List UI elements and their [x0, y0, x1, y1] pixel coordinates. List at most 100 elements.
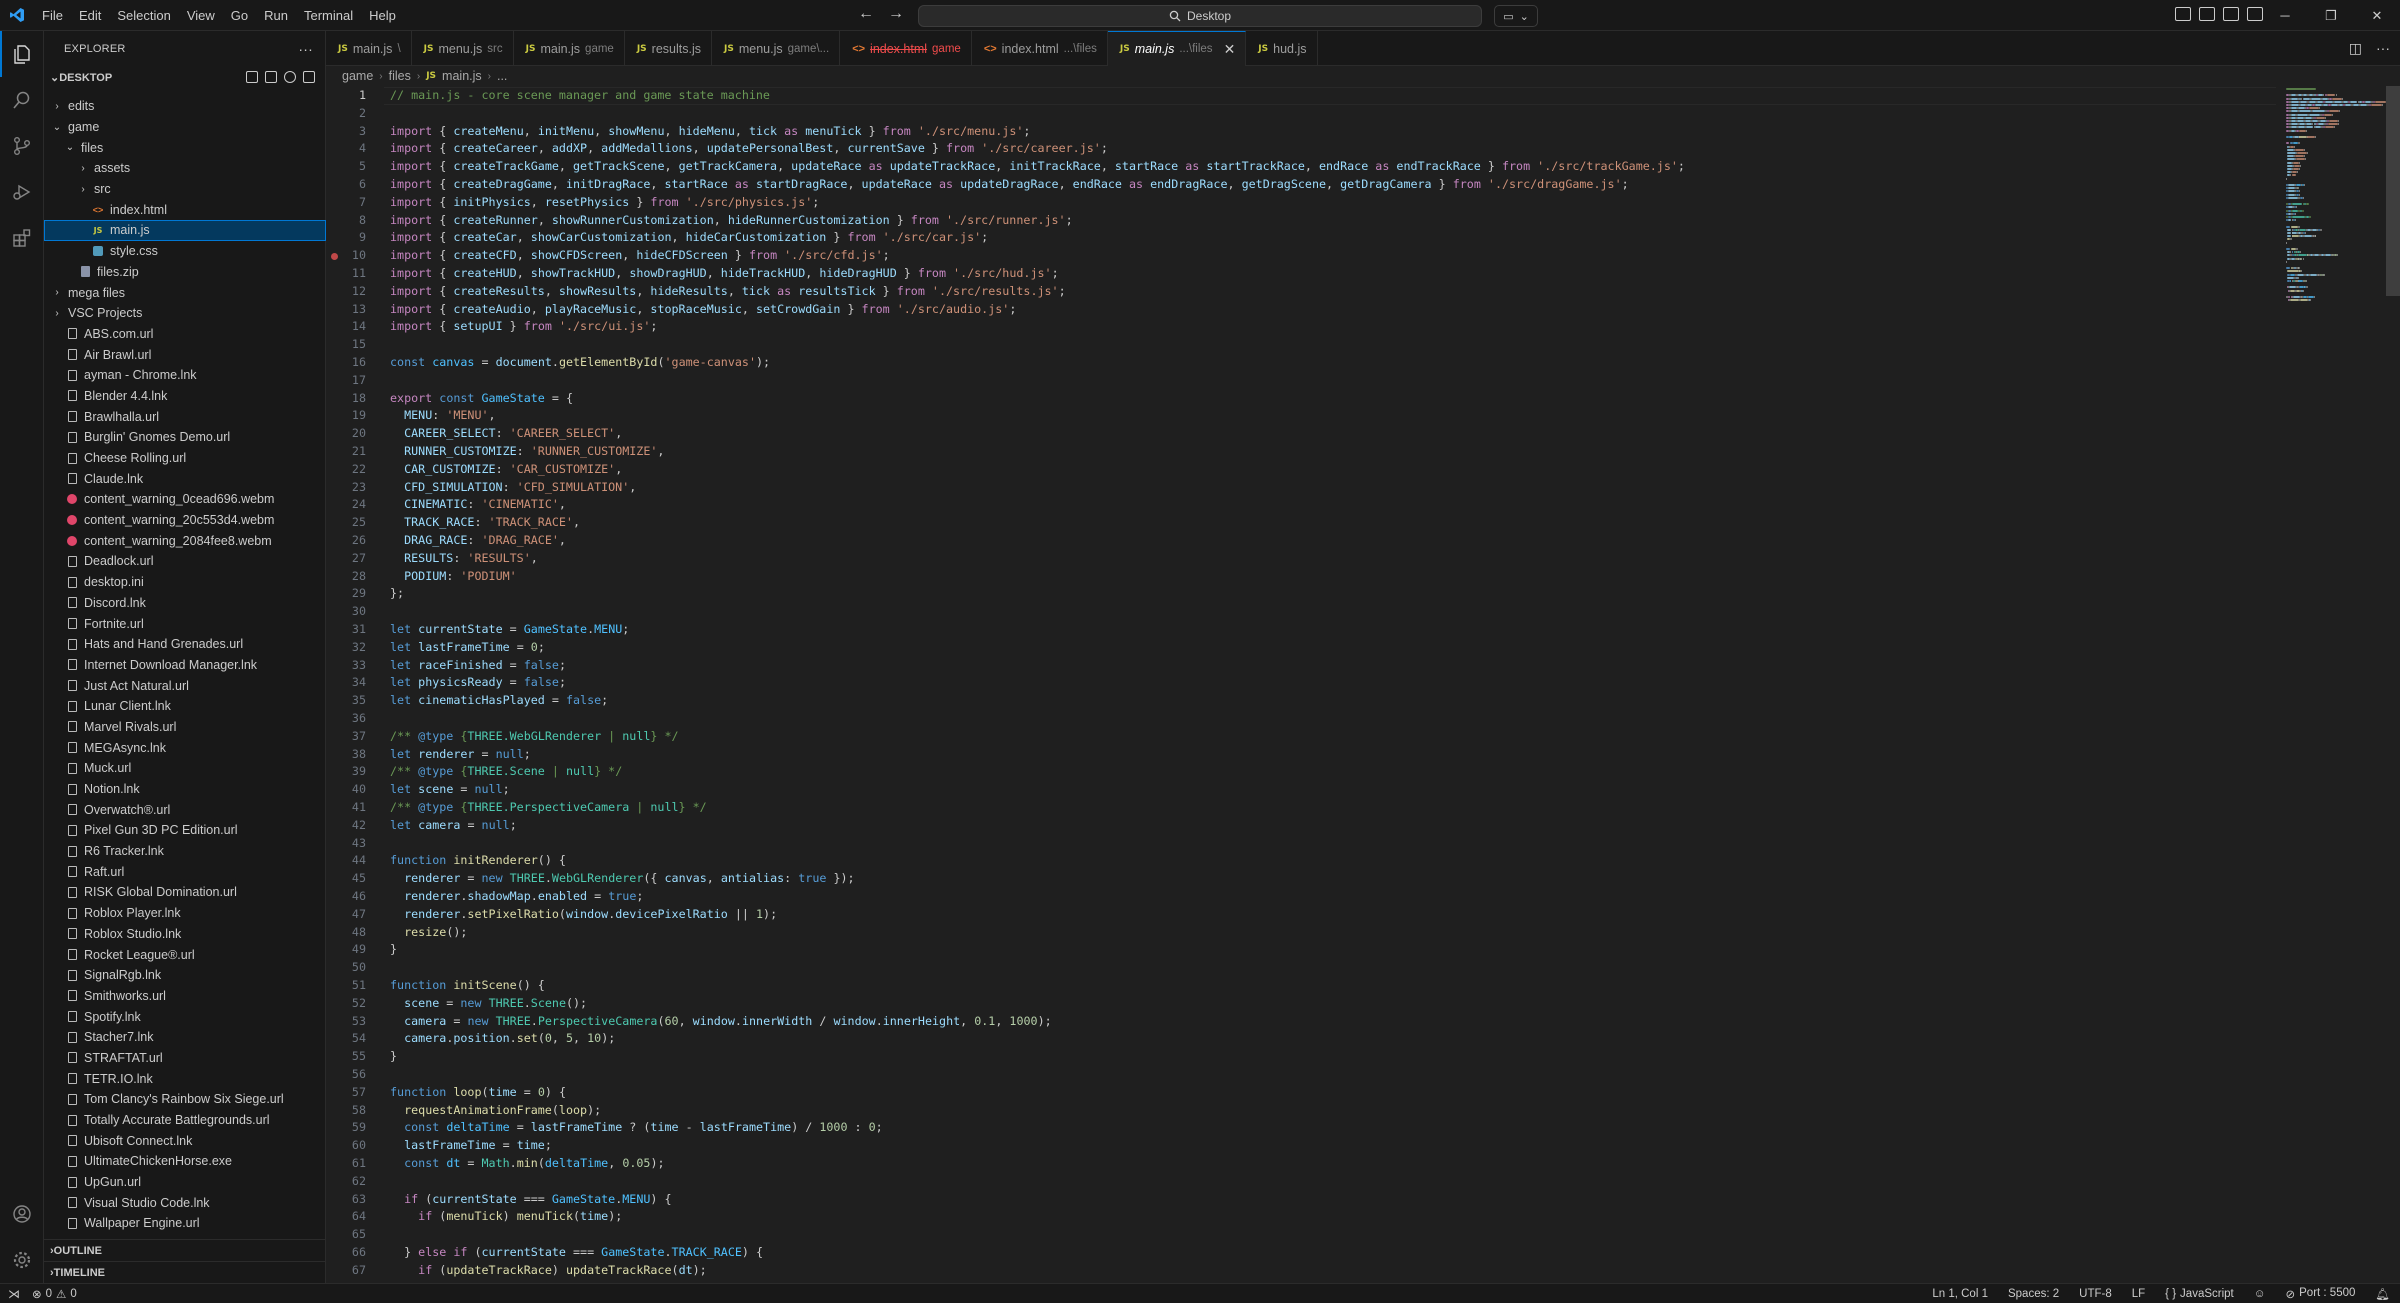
code-line[interactable]: 22 CAR_CUSTOMIZE: 'CAR_CUSTOMIZE', — [326, 461, 2276, 479]
code-line[interactable]: 35 let cinematicHasPlayed = false; — [326, 692, 2276, 710]
tree-file[interactable]: UltimateChickenHorse.exe — [44, 1151, 326, 1172]
breadcrumb-item[interactable]: game — [342, 69, 373, 83]
line-ending[interactable]: LF — [2132, 1288, 2145, 1300]
code-line[interactable]: 50 — [326, 959, 2276, 977]
tree-file[interactable]: Tom Clancy's Rainbow Six Siege.url — [44, 1089, 326, 1110]
editor-tab[interactable]: JS menu.js game\... — [712, 31, 841, 66]
tree-file[interactable]: Deadlock.url — [44, 551, 326, 572]
toggle-primary-sidebar-icon[interactable] — [2199, 7, 2215, 21]
code-editor[interactable]: 1 // main.js - core scene manager and gam… — [326, 86, 2276, 1283]
tree-file[interactable]: Discord.lnk — [44, 593, 326, 614]
tree-file[interactable]: desktop.ini — [44, 572, 326, 593]
tree-file[interactable]: Roblox Studio.lnk — [44, 924, 326, 945]
code-line[interactable]: 45 renderer = new THREE.WebGLRenderer({ … — [326, 870, 2276, 888]
code-line[interactable]: 18 export const GameState = { — [326, 390, 2276, 408]
editor-tab[interactable]: JS main.js game — [514, 31, 625, 66]
tree-file[interactable]: Air Brawl.url — [44, 344, 326, 365]
tree-file[interactable]: SignalRgb.lnk — [44, 965, 326, 986]
tree-file[interactable]: Lunar Client.lnk — [44, 696, 326, 717]
tree-file[interactable]: Spotify.lnk — [44, 1006, 326, 1027]
tree-file[interactable]: Visual Studio Code.lnk — [44, 1192, 326, 1213]
code-line[interactable]: 52 scene = new THREE.Scene(); — [326, 995, 2276, 1013]
tree-folder[interactable]: › src — [44, 179, 326, 200]
split-editor-icon[interactable]: ◫ — [2349, 40, 2362, 57]
menu-item-go[interactable]: Go — [223, 0, 256, 31]
tree-file[interactable]: Stacher7.lnk — [44, 1027, 326, 1048]
refresh-icon[interactable] — [284, 71, 296, 83]
problems-indicator[interactable]: ⊗ 0 ⚠ 0 — [32, 1287, 77, 1301]
code-line[interactable]: 26 DRAG_RACE: 'DRAG_RACE', — [326, 532, 2276, 550]
tree-file[interactable]: Roblox Player.lnk — [44, 903, 326, 924]
settings-gear-icon[interactable] — [0, 1237, 44, 1283]
code-line[interactable]: 6 import { createDragGame, initDragRace, … — [326, 176, 2276, 194]
tree-file[interactable]: Overwatch®.url — [44, 799, 326, 820]
menu-item-file[interactable]: File — [34, 0, 71, 31]
menu-item-terminal[interactable]: Terminal — [296, 0, 361, 31]
code-line[interactable]: 8 import { createRunner, showRunnerCustom… — [326, 212, 2276, 230]
command-center-search[interactable]: Desktop — [918, 5, 1482, 27]
code-line[interactable]: 57 function loop(time = 0) { — [326, 1084, 2276, 1102]
code-line[interactable]: 28 PODIUM: 'PODIUM' — [326, 568, 2276, 586]
indentation[interactable]: Spaces: 2 — [2008, 1288, 2059, 1300]
new-folder-icon[interactable] — [265, 71, 277, 83]
tree-file[interactable]: files.zip — [44, 262, 326, 283]
code-line[interactable]: 51 function initScene() { — [326, 977, 2276, 995]
breadcrumb-item[interactable]: ... — [497, 69, 507, 83]
code-line[interactable]: 55} — [326, 1048, 2276, 1066]
language-mode[interactable]: { } JavaScript — [2165, 1288, 2234, 1300]
code-line[interactable]: 15 — [326, 336, 2276, 354]
code-line[interactable]: 7 import { initPhysics, resetPhysics } fr… — [326, 194, 2276, 212]
tree-file[interactable]: Smithworks.url — [44, 986, 326, 1007]
toggle-secondary-sidebar-icon[interactable] — [2247, 7, 2263, 21]
code-line[interactable]: 62 — [326, 1173, 2276, 1191]
tree-folder[interactable]: ⌄ files — [44, 137, 326, 158]
tree-file[interactable]: Just Act Natural.url — [44, 675, 326, 696]
code-line[interactable]: 54 camera.position.set(0, 5, 10); — [326, 1030, 2276, 1048]
source-control-icon[interactable] — [0, 123, 44, 169]
tree-file[interactable]: Rocket League®.url — [44, 944, 326, 965]
tree-file[interactable]: Raft.url — [44, 861, 326, 882]
code-line[interactable]: 36 — [326, 710, 2276, 728]
tree-file[interactable]: UpGun.url — [44, 1172, 326, 1193]
code-line[interactable]: 42 let camera = null; — [326, 817, 2276, 835]
code-line[interactable]: 4 import { createCareer, addXP, addMedall… — [326, 140, 2276, 158]
code-line[interactable]: 20 CAREER_SELECT: 'CAREER_SELECT', — [326, 425, 2276, 443]
code-line[interactable]: 12 import { createResults, showResults, h… — [326, 283, 2276, 301]
menu-item-selection[interactable]: Selection — [109, 0, 178, 31]
editor-tab[interactable]: JS results.js — [625, 31, 712, 66]
copilot-status-icon[interactable]: ☺ — [2254, 1288, 2266, 1300]
code-line[interactable]: 21 RUNNER_CUSTOMIZE: 'RUNNER_CUSTOMIZE', — [326, 443, 2276, 461]
tree-file[interactable]: TETR.IO.lnk — [44, 1068, 326, 1089]
code-line[interactable]: 46 renderer.shadowMap.enabled = true; — [326, 888, 2276, 906]
code-line[interactable]: 56 — [326, 1066, 2276, 1084]
code-line[interactable]: 63 if (currentState === GameState.MENU) … — [326, 1191, 2276, 1209]
tree-file[interactable]: R6 Tracker.lnk — [44, 841, 326, 862]
code-line[interactable]: 25 TRACK_RACE: 'TRACK_RACE', — [326, 514, 2276, 532]
editor-tab[interactable]: JS menu.js src — [412, 31, 514, 66]
code-line[interactable]: 41 /** @type {THREE.PerspectiveCamera | n… — [326, 799, 2276, 817]
code-line[interactable]: 40 let scene = null; — [326, 781, 2276, 799]
breadcrumb-item[interactable]: main.js — [442, 69, 482, 83]
desktop-folder-section[interactable]: ⌄DESKTOP — [44, 66, 325, 88]
code-line[interactable]: 37 /** @type {THREE.WebGLRenderer | null}… — [326, 728, 2276, 746]
minimize-icon[interactable]: ─ — [2262, 0, 2308, 31]
code-line[interactable]: 47 renderer.setPixelRatio(window.deviceP… — [326, 906, 2276, 924]
code-line[interactable]: 44 function initRenderer() { — [326, 852, 2276, 870]
code-line[interactable]: 30 — [326, 603, 2276, 621]
tree-file[interactable]: content_warning_0cead696.webm — [44, 489, 326, 510]
tree-file[interactable]: Claude.lnk — [44, 468, 326, 489]
collapse-all-icon[interactable] — [303, 71, 315, 83]
extensions-icon[interactable] — [0, 215, 44, 261]
code-line[interactable]: 24 CINEMATIC: 'CINEMATIC', — [326, 496, 2276, 514]
account-icon[interactable] — [0, 1191, 44, 1237]
restore-icon[interactable]: ❐ — [2308, 0, 2354, 31]
tree-folder[interactable]: › assets — [44, 158, 326, 179]
code-line[interactable]: 3 import { createMenu, initMenu, showMenu… — [326, 123, 2276, 141]
editor-tab[interactable]: <> index.html game — [840, 31, 972, 66]
toggle-panel-icon[interactable] — [2223, 7, 2239, 21]
editor-tab[interactable]: <> index.html ...\files — [972, 31, 1108, 66]
minimap[interactable] — [2282, 86, 2390, 646]
tree-file[interactable]: Blender 4.4.lnk — [44, 386, 326, 407]
editor-tab[interactable]: JS main.js \ — [326, 31, 412, 66]
forward-arrow-icon[interactable]: → — [888, 5, 904, 23]
